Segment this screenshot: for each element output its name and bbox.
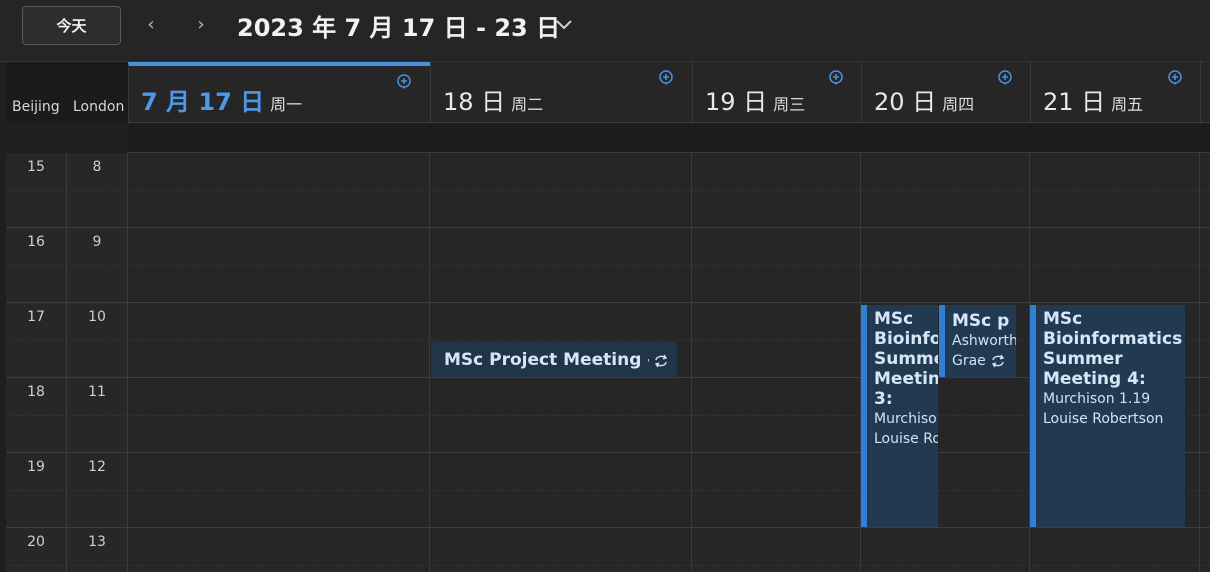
add-event-icon[interactable] (997, 70, 1013, 86)
chevron-down-icon[interactable] (553, 10, 575, 38)
hour-label-london: 9 (92, 234, 102, 250)
next-week-button[interactable]: › (191, 12, 211, 36)
event-title: MSc p (952, 311, 1010, 331)
calendar-event[interactable]: MSc Project Meeting - ’ (431, 342, 677, 377)
calendar-event[interactable]: MSc p Ashworth Grae (939, 305, 1016, 377)
timezone-label-beijing: Beijing (12, 99, 60, 115)
day-header-fri[interactable]: 21 日周五 (1030, 62, 1200, 122)
event-organizer-row: Grae (952, 351, 1016, 371)
timezone-label-london: London (73, 99, 125, 115)
event-title: MSc Bioinformatics Summer Meeting 4: (1043, 309, 1183, 389)
hour-label-beijing: 19 (27, 459, 45, 475)
day-header-wed[interactable]: 19 日周三 (692, 62, 861, 122)
previous-week-button[interactable]: ‹ (141, 12, 161, 36)
day-header-mon[interactable]: 7 月 17 日周一 (128, 62, 430, 122)
event-title: MSc Project Meeting - ’ (444, 349, 649, 370)
event-location: Ashworth (952, 333, 1016, 349)
day-date: 18 日周二 (443, 88, 544, 116)
hour-label-beijing: 16 (27, 234, 45, 250)
day-date: 7 月 17 日周一 (141, 88, 303, 116)
day-weekday: 周五 (1111, 95, 1144, 114)
event-title: MSc Bioinformatics Summer Meeting 3: (874, 309, 938, 409)
event-organizer: Louise Robertson (874, 431, 938, 447)
day-weekday: 周一 (270, 95, 303, 114)
event-organizer: Grae (952, 353, 986, 369)
time-gutter (6, 153, 128, 572)
hour-label-london: 12 (88, 459, 106, 475)
day-date: 19 日周三 (705, 88, 806, 116)
day-header-sat-partial[interactable] (1200, 62, 1210, 122)
calendar-event[interactable]: MSc Bioinformatics Summer Meeting 4: Mur… (1030, 305, 1185, 527)
day-weekday: 周四 (942, 95, 975, 114)
column-divider (1199, 153, 1200, 572)
time-grid[interactable]: 15 8 16 9 17 10 18 11 19 12 20 13 MSc Pr… (6, 153, 1210, 572)
add-event-icon[interactable] (396, 74, 412, 90)
day-header-thu[interactable]: 20 日周四 (861, 62, 1030, 122)
hour-label-beijing: 17 (27, 309, 45, 325)
today-button[interactable]: 今天 (22, 6, 121, 45)
calendar-toolbar: 今天 ‹ › 2023 年 7 月 17 日 - 23 日 (0, 0, 1210, 62)
column-divider (691, 153, 692, 572)
day-date: 20 日周四 (874, 88, 975, 116)
hour-label-london: 11 (88, 384, 106, 400)
add-event-icon[interactable] (1167, 70, 1183, 86)
timezone-header: Beijing London (6, 62, 128, 122)
day-header-tue[interactable]: 18 日周二 (430, 62, 692, 122)
add-event-icon[interactable] (658, 70, 674, 86)
hour-label-london: 8 (92, 159, 102, 175)
hour-label-london: 10 (88, 309, 106, 325)
hour-label-beijing: 18 (27, 384, 45, 400)
event-location: Murchison 1.19 (874, 411, 938, 427)
date-range-title[interactable]: 2023 年 7 月 17 日 - 23 日 (237, 8, 560, 43)
day-weekday: 周三 (773, 95, 806, 114)
recurring-icon (990, 354, 1006, 368)
hour-label-beijing: 20 (27, 534, 45, 550)
event-organizer: Louise Robertson (1043, 411, 1164, 427)
hour-label-beijing: 15 (27, 159, 45, 175)
column-divider (127, 153, 128, 572)
day-date: 21 日周五 (1043, 88, 1144, 116)
event-location: Murchison 1.19 (1043, 391, 1151, 407)
hour-label-london: 13 (88, 534, 106, 550)
recurring-icon (653, 353, 669, 367)
calendar-event[interactable]: MSc Bioinformatics Summer Meeting 3: Mur… (861, 305, 938, 527)
column-divider (429, 153, 430, 572)
day-weekday: 周二 (511, 95, 544, 114)
column-divider (66, 153, 67, 572)
all-day-row[interactable] (128, 122, 1210, 153)
add-event-icon[interactable] (828, 70, 844, 86)
